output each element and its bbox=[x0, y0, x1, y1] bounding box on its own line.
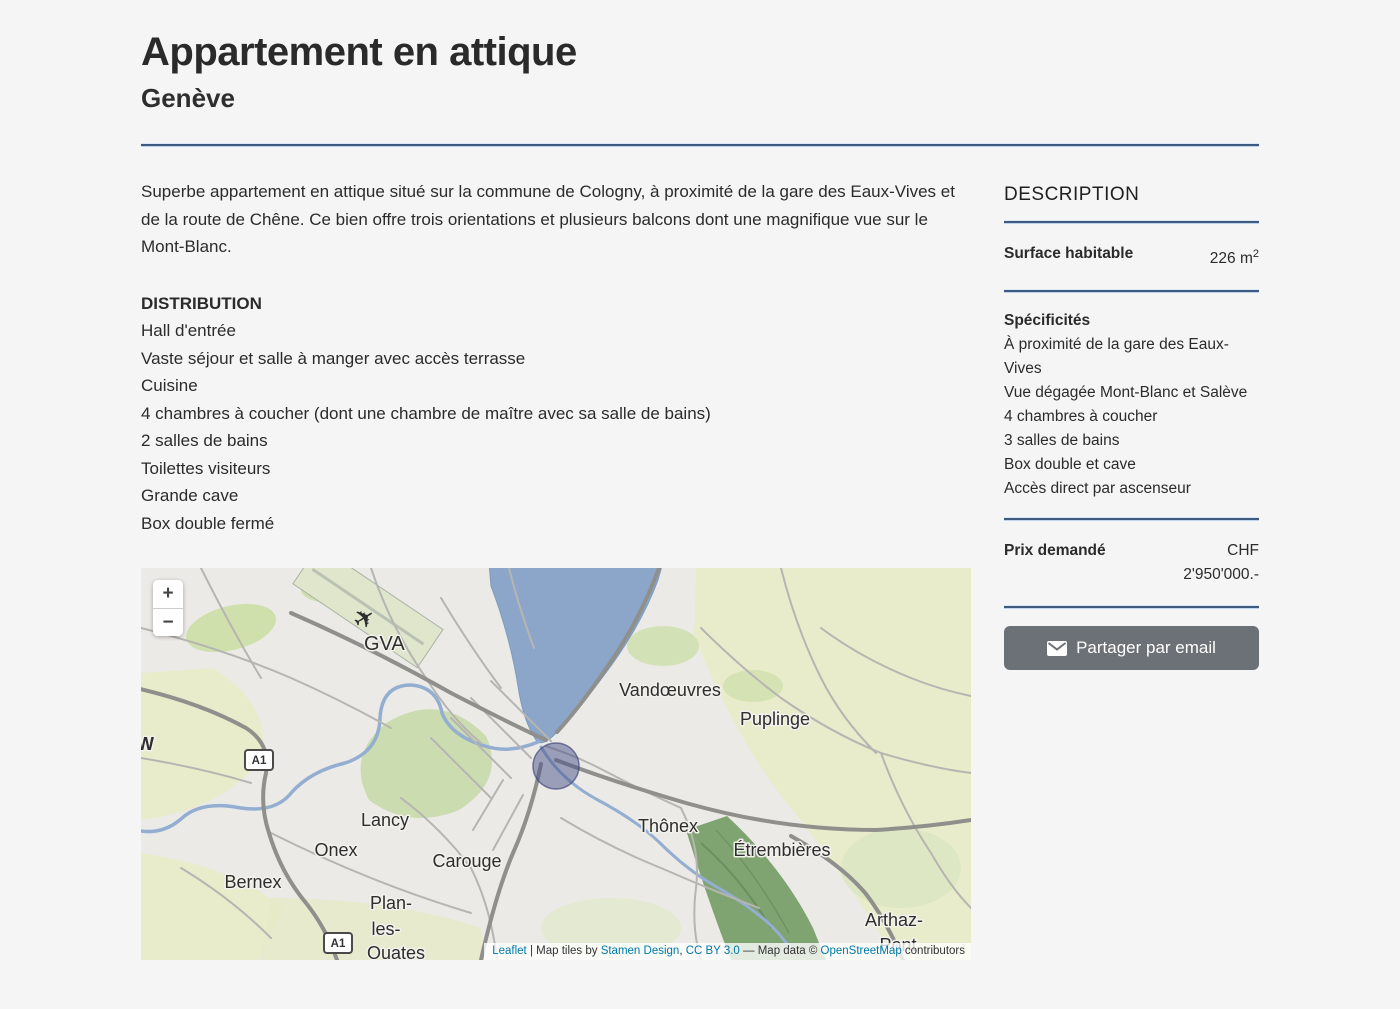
share-button-label: Partager par email bbox=[1076, 638, 1216, 658]
attribution-text: contributors bbox=[902, 945, 965, 957]
spec-item: À proximité de la gare des Eaux-Vives bbox=[1004, 333, 1259, 381]
spec-item: Accès direct par ascenseur bbox=[1004, 477, 1259, 501]
map-zoom-out-button[interactable]: − bbox=[153, 608, 183, 636]
specs-section: Spécificités À proximité de la gare des … bbox=[1004, 307, 1259, 503]
openstreetmap-link[interactable]: OpenStreetMap bbox=[821, 945, 902, 957]
svg-text:A1: A1 bbox=[331, 938, 346, 950]
map-attribution: Leaflet | Map tiles by Stamen Design, CC… bbox=[484, 943, 971, 960]
spec-item: Box double et cave bbox=[1004, 453, 1259, 477]
distribution-item: Box double fermé bbox=[141, 510, 971, 538]
map-label-arthaz: Arthaz- bbox=[865, 910, 923, 930]
sidebar-divider bbox=[1004, 221, 1259, 223]
motorway-badge-a1: A1 bbox=[324, 933, 352, 953]
attribution-text: | Map tiles by bbox=[527, 945, 601, 957]
surface-value: 226 m2 bbox=[1210, 242, 1259, 271]
distribution-item: Vaste séjour et salle à manger avec accè… bbox=[141, 345, 971, 373]
svg-text:A1: A1 bbox=[252, 755, 267, 767]
location-map[interactable]: A1 A1 ✈ GVA Vandœuvres Puplinge Lancy On… bbox=[141, 568, 971, 960]
distribution-item: Cuisine bbox=[141, 372, 971, 400]
map-label-gva: GVA bbox=[364, 633, 405, 655]
sidebar-divider bbox=[1004, 518, 1259, 520]
page-title: Appartement en attique bbox=[141, 30, 1259, 75]
price-value: CHF 2'950'000.- bbox=[1164, 539, 1259, 587]
map-label-thonex: Thônex bbox=[638, 816, 698, 836]
attribution-text: — Map data © bbox=[740, 945, 821, 957]
map-zoom-control: + − bbox=[153, 580, 183, 636]
surface-row: Surface habitable 226 m2 bbox=[1004, 238, 1259, 275]
listing-page: Appartement en attique Genève Superbe ap… bbox=[141, 0, 1259, 960]
map-marker[interactable] bbox=[533, 743, 579, 789]
stamen-design-link[interactable]: Stamen Design bbox=[601, 945, 680, 957]
map-label-ouates: Ouates bbox=[367, 943, 425, 960]
sidebar-divider bbox=[1004, 290, 1259, 292]
distribution-item: Grande cave bbox=[141, 482, 971, 510]
map-label-onex: Onex bbox=[314, 840, 357, 860]
map-label-carouge: Carouge bbox=[432, 851, 501, 871]
share-by-email-button[interactable]: Partager par email bbox=[1004, 626, 1259, 670]
map-label-etrembieres: Étrembières bbox=[733, 840, 830, 860]
distribution-item: 4 chambres à coucher (dont une chambre d… bbox=[141, 400, 971, 428]
description-heading: DESCRIPTION bbox=[1004, 184, 1259, 206]
map-label-bernex: Bernex bbox=[224, 872, 281, 892]
header-divider bbox=[141, 144, 1259, 146]
motorway-badge-a1: A1 bbox=[245, 750, 273, 770]
page-subtitle: Genève bbox=[141, 83, 1259, 114]
price-label: Prix demandé bbox=[1004, 539, 1106, 563]
description-panel: DESCRIPTION Surface habitable 226 m2 Spé… bbox=[1004, 178, 1259, 960]
map-canvas: A1 A1 ✈ GVA Vandœuvres Puplinge Lancy On… bbox=[141, 568, 971, 960]
leaflet-link[interactable]: Leaflet bbox=[492, 945, 527, 957]
distribution-heading: DISTRIBUTION bbox=[141, 290, 971, 318]
map-label-vandoeuvres: Vandœuvres bbox=[619, 680, 721, 700]
surface-superscript: 2 bbox=[1253, 248, 1259, 260]
distribution-section: DISTRIBUTION Hall d'entrée Vaste séjour … bbox=[141, 290, 971, 538]
distribution-item: 2 salles de bains bbox=[141, 427, 971, 455]
intro-paragraph: Superbe appartement en attique situé sur… bbox=[141, 178, 971, 261]
spec-item: 3 salles de bains bbox=[1004, 429, 1259, 453]
map-label-puplinge: Puplinge bbox=[740, 709, 810, 729]
specs-heading: Spécificités bbox=[1004, 309, 1259, 333]
map-label-plan: Plan- bbox=[370, 893, 412, 913]
map-zoom-in-button[interactable]: + bbox=[153, 580, 183, 608]
surface-label: Surface habitable bbox=[1004, 242, 1133, 266]
sidebar-divider bbox=[1004, 606, 1259, 608]
envelope-icon bbox=[1047, 641, 1067, 656]
cc-by-link[interactable]: CC BY 3.0 bbox=[686, 945, 740, 957]
price-row: Prix demandé CHF 2'950'000.- bbox=[1004, 535, 1259, 591]
spec-item: Vue dégagée Mont-Blanc et Salève bbox=[1004, 381, 1259, 405]
distribution-item: Hall d'entrée bbox=[141, 317, 971, 345]
distribution-item: Toilettes visiteurs bbox=[141, 455, 971, 483]
map-label-edge-w: W bbox=[141, 734, 154, 754]
map-label-les: les- bbox=[371, 919, 400, 939]
main-content: Superbe appartement en attique situé sur… bbox=[141, 178, 971, 960]
spec-item: 4 chambres à coucher bbox=[1004, 405, 1259, 429]
map-label-lancy: Lancy bbox=[361, 810, 409, 830]
